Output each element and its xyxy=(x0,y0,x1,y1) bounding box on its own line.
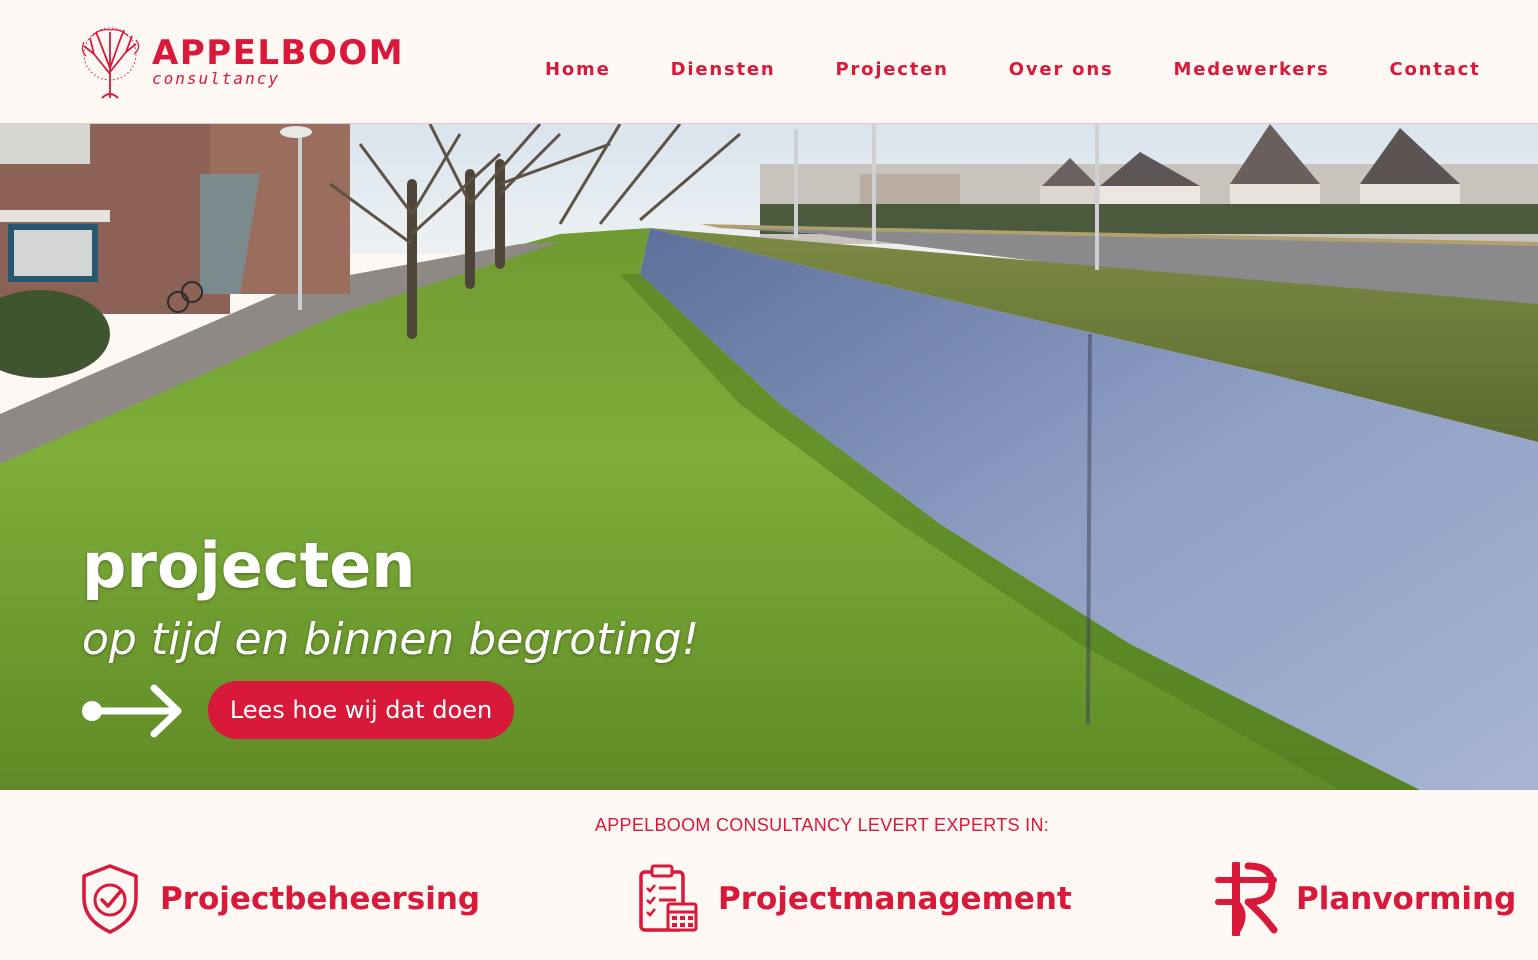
expert-label: Projectbeheersing xyxy=(160,881,481,917)
expert-label: Projectmanagement xyxy=(718,881,1072,917)
nav-medewerkers[interactable]: Medewerkers xyxy=(1143,54,1359,86)
hero-title: projecten xyxy=(82,529,416,602)
nav-diensten[interactable]: Diensten xyxy=(641,54,806,86)
site-header: APPELBOOM consultancy Home Diensten Proj… xyxy=(0,0,1538,124)
read-more-button[interactable]: Lees hoe wij dat doen xyxy=(208,681,514,739)
clipboard-calendar-icon xyxy=(639,864,698,932)
right-arrow-icon xyxy=(82,684,182,738)
main-nav: Home Diensten Projecten Over ons Medewer… xyxy=(515,54,1511,86)
tree-logo-icon xyxy=(81,27,140,99)
shield-check-icon xyxy=(82,864,138,934)
expert-projectmanagement[interactable]: Projectmanagement xyxy=(636,862,1072,936)
logo-link[interactable]: APPELBOOM consultancy xyxy=(72,24,412,102)
nav-projecten[interactable]: Projecten xyxy=(805,54,978,86)
experts-heading: APPELBOOM CONSULTANCY LEVERT EXPERTS IN: xyxy=(594,815,1050,835)
hero-section: projecten op tijd en binnen begroting! L… xyxy=(0,124,1538,790)
expert-label: Planvorming xyxy=(1296,881,1517,917)
nav-over-ons[interactable]: Over ons xyxy=(979,54,1144,86)
nav-contact[interactable]: Contact xyxy=(1360,54,1511,86)
brand-name: APPELBOOM xyxy=(152,33,405,73)
expert-projectbeheersing[interactable]: Projectbeheersing xyxy=(78,862,480,936)
nav-home[interactable]: Home xyxy=(515,54,641,86)
road-plan-icon xyxy=(1215,862,1278,936)
expert-planvorming[interactable]: Planvorming xyxy=(1214,862,1516,936)
hero-subtitle: op tijd en binnen begroting! xyxy=(82,614,700,665)
